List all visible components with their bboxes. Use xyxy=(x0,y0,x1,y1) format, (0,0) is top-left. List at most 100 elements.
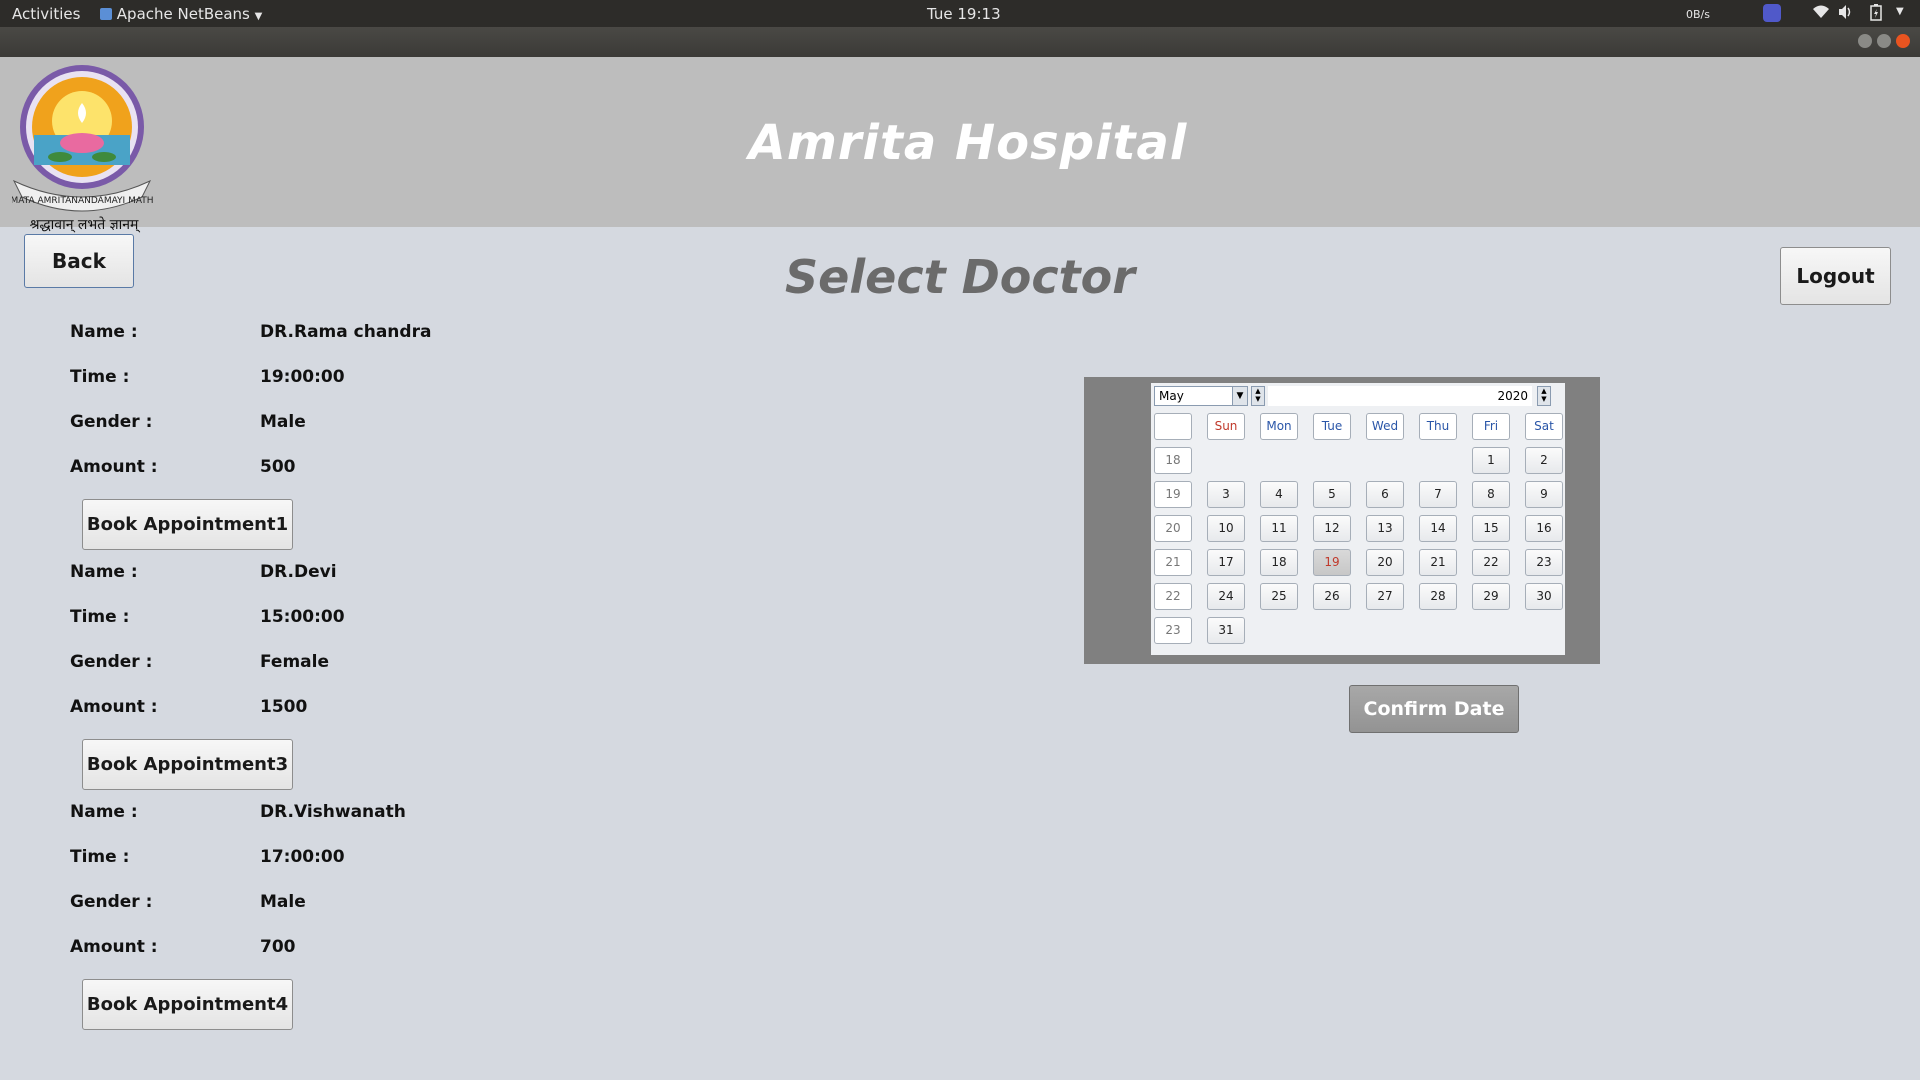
app-header: MATA AMRITANANDAMAYI MATH श्रद्धावान् लभ… xyxy=(0,57,1920,233)
month-select[interactable]: May ▼ xyxy=(1154,386,1248,406)
weekday-header: Mon xyxy=(1260,413,1298,440)
system-top-bar: Activities Apache NetBeans ▼ Tue 19:13 0… xyxy=(0,0,1920,27)
battery-icon[interactable] xyxy=(1870,4,1882,25)
month-spinner[interactable]: ▲ ▼ xyxy=(1251,386,1265,406)
day-button[interactable]: 27 xyxy=(1366,583,1404,610)
day-button[interactable]: 11 xyxy=(1260,515,1298,542)
weekday-header: Wed xyxy=(1366,413,1404,440)
day-button[interactable]: 21 xyxy=(1419,549,1457,576)
day-button[interactable]: 23 xyxy=(1525,549,1563,576)
weekday-header: Sun xyxy=(1207,413,1245,440)
weekday-header: Tue xyxy=(1313,413,1351,440)
day-button[interactable]: 2 xyxy=(1525,447,1563,474)
week-header-corner xyxy=(1154,413,1192,440)
book-appointment-button-1[interactable]: Book Appointment1 xyxy=(82,499,293,550)
doctor-amount: 700 xyxy=(260,937,296,957)
day-button[interactable]: 18 xyxy=(1260,549,1298,576)
net-speed: 0B/s xyxy=(1686,8,1710,21)
app-menu-label: Apache NetBeans xyxy=(116,5,250,23)
doctor-name: DR.Vishwanath xyxy=(260,802,406,822)
logo-caption: श्रद्धावान् लभते ज्ञानम् xyxy=(30,216,141,233)
chevron-down-icon[interactable]: ▼ xyxy=(1232,387,1247,405)
logo-ring-text: MATA AMRITANANDAMAYI MATH xyxy=(12,196,154,206)
doctor-name: DR.Rama chandra xyxy=(260,322,432,342)
week-number: 18 xyxy=(1154,447,1192,474)
time-label: Time : xyxy=(70,367,130,387)
name-label: Name : xyxy=(70,562,138,582)
hospital-title: Amrita Hospital xyxy=(748,115,1188,171)
day-button[interactable]: 29 xyxy=(1472,583,1510,610)
gender-label: Gender : xyxy=(70,892,153,912)
day-button[interactable]: 30 xyxy=(1525,583,1563,610)
week-number: 22 xyxy=(1154,583,1192,610)
time-label: Time : xyxy=(70,607,130,627)
day-button[interactable]: 3 xyxy=(1207,481,1245,508)
book-appointment-button-4[interactable]: Book Appointment4 xyxy=(82,979,293,1030)
day-button[interactable]: 4 xyxy=(1260,481,1298,508)
day-button[interactable]: 5 xyxy=(1313,481,1351,508)
day-button[interactable]: 22 xyxy=(1472,549,1510,576)
weekday-header: Sat xyxy=(1525,413,1563,440)
week-number: 20 xyxy=(1154,515,1192,542)
day-button[interactable]: 12 xyxy=(1313,515,1351,542)
amount-label: Amount : xyxy=(70,457,158,477)
week-number: 21 xyxy=(1154,549,1192,576)
year-field[interactable]: 2020 xyxy=(1268,386,1532,406)
book-appointment-button-3[interactable]: Book Appointment3 xyxy=(82,739,293,790)
day-button[interactable]: 13 xyxy=(1366,515,1404,542)
day-button[interactable]: 26 xyxy=(1313,583,1351,610)
doctor-time: 19:00:00 xyxy=(260,367,345,387)
weekday-header: Fri xyxy=(1472,413,1510,440)
day-button[interactable]: 20 xyxy=(1366,549,1404,576)
confirm-date-button[interactable]: Confirm Date xyxy=(1349,685,1519,733)
name-label: Name : xyxy=(70,802,138,822)
day-button[interactable]: 14 xyxy=(1419,515,1457,542)
weekday-header: Thu xyxy=(1419,413,1457,440)
day-button[interactable]: 28 xyxy=(1419,583,1457,610)
day-button[interactable]: 6 xyxy=(1366,481,1404,508)
amount-label: Amount : xyxy=(70,937,158,957)
wifi-icon[interactable] xyxy=(1812,4,1830,24)
time-label: Time : xyxy=(70,847,130,867)
name-label: Name : xyxy=(70,322,138,342)
day-button[interactable]: 10 xyxy=(1207,515,1245,542)
doctor-time: 17:00:00 xyxy=(260,847,345,867)
week-number: 19 xyxy=(1154,481,1192,508)
amount-label: Amount : xyxy=(70,697,158,717)
day-button[interactable]: 31 xyxy=(1207,617,1245,644)
day-button[interactable]: 15 xyxy=(1472,515,1510,542)
doctor-amount: 1500 xyxy=(260,697,308,717)
maximize-icon[interactable] xyxy=(1877,34,1891,48)
minimize-icon[interactable] xyxy=(1858,34,1872,48)
gender-label: Gender : xyxy=(70,652,153,672)
year-spinner[interactable]: ▲ ▼ xyxy=(1537,386,1551,406)
day-button[interactable]: 9 xyxy=(1525,481,1563,508)
selected-day-button[interactable]: 19 xyxy=(1313,549,1351,576)
clock[interactable]: Tue 19:13 xyxy=(927,5,1001,23)
day-button[interactable]: 1 xyxy=(1472,447,1510,474)
close-icon[interactable] xyxy=(1896,34,1910,48)
calendar-panel: May ▼ ▲ ▼ 2020 ▲ ▼ Sun Mon Tue Wed Thu Fri Sat 18… xyxy=(1151,383,1565,655)
day-button[interactable]: 8 xyxy=(1472,481,1510,508)
activities-button[interactable]: Activities xyxy=(12,5,80,23)
day-button[interactable]: 7 xyxy=(1419,481,1457,508)
window-title-bar xyxy=(0,27,1920,57)
day-button[interactable]: 16 xyxy=(1525,515,1563,542)
volume-icon[interactable] xyxy=(1838,4,1854,24)
date-chooser: May ▼ ▲ ▼ 2020 ▲ ▼ Sun Mon Tue Wed Thu Fri Sat 18… xyxy=(1084,377,1600,664)
day-button[interactable]: 25 xyxy=(1260,583,1298,610)
app-menu[interactable]: Apache NetBeans ▼ xyxy=(100,5,262,23)
day-button[interactable]: 17 xyxy=(1207,549,1245,576)
system-menu-chevron-icon[interactable]: ▼ xyxy=(1896,6,1904,17)
doctor-gender: Female xyxy=(260,652,329,672)
teams-icon[interactable] xyxy=(1763,4,1781,22)
doctor-time: 15:00:00 xyxy=(260,607,345,627)
doctor-name: DR.Devi xyxy=(260,562,337,582)
doctor-amount: 500 xyxy=(260,457,296,477)
netbeans-icon xyxy=(100,8,112,20)
chevron-down-icon: ▼ xyxy=(254,11,263,22)
gender-label: Gender : xyxy=(70,412,153,432)
week-number: 23 xyxy=(1154,617,1192,644)
day-button[interactable]: 24 xyxy=(1207,583,1245,610)
month-value: May xyxy=(1159,389,1184,403)
